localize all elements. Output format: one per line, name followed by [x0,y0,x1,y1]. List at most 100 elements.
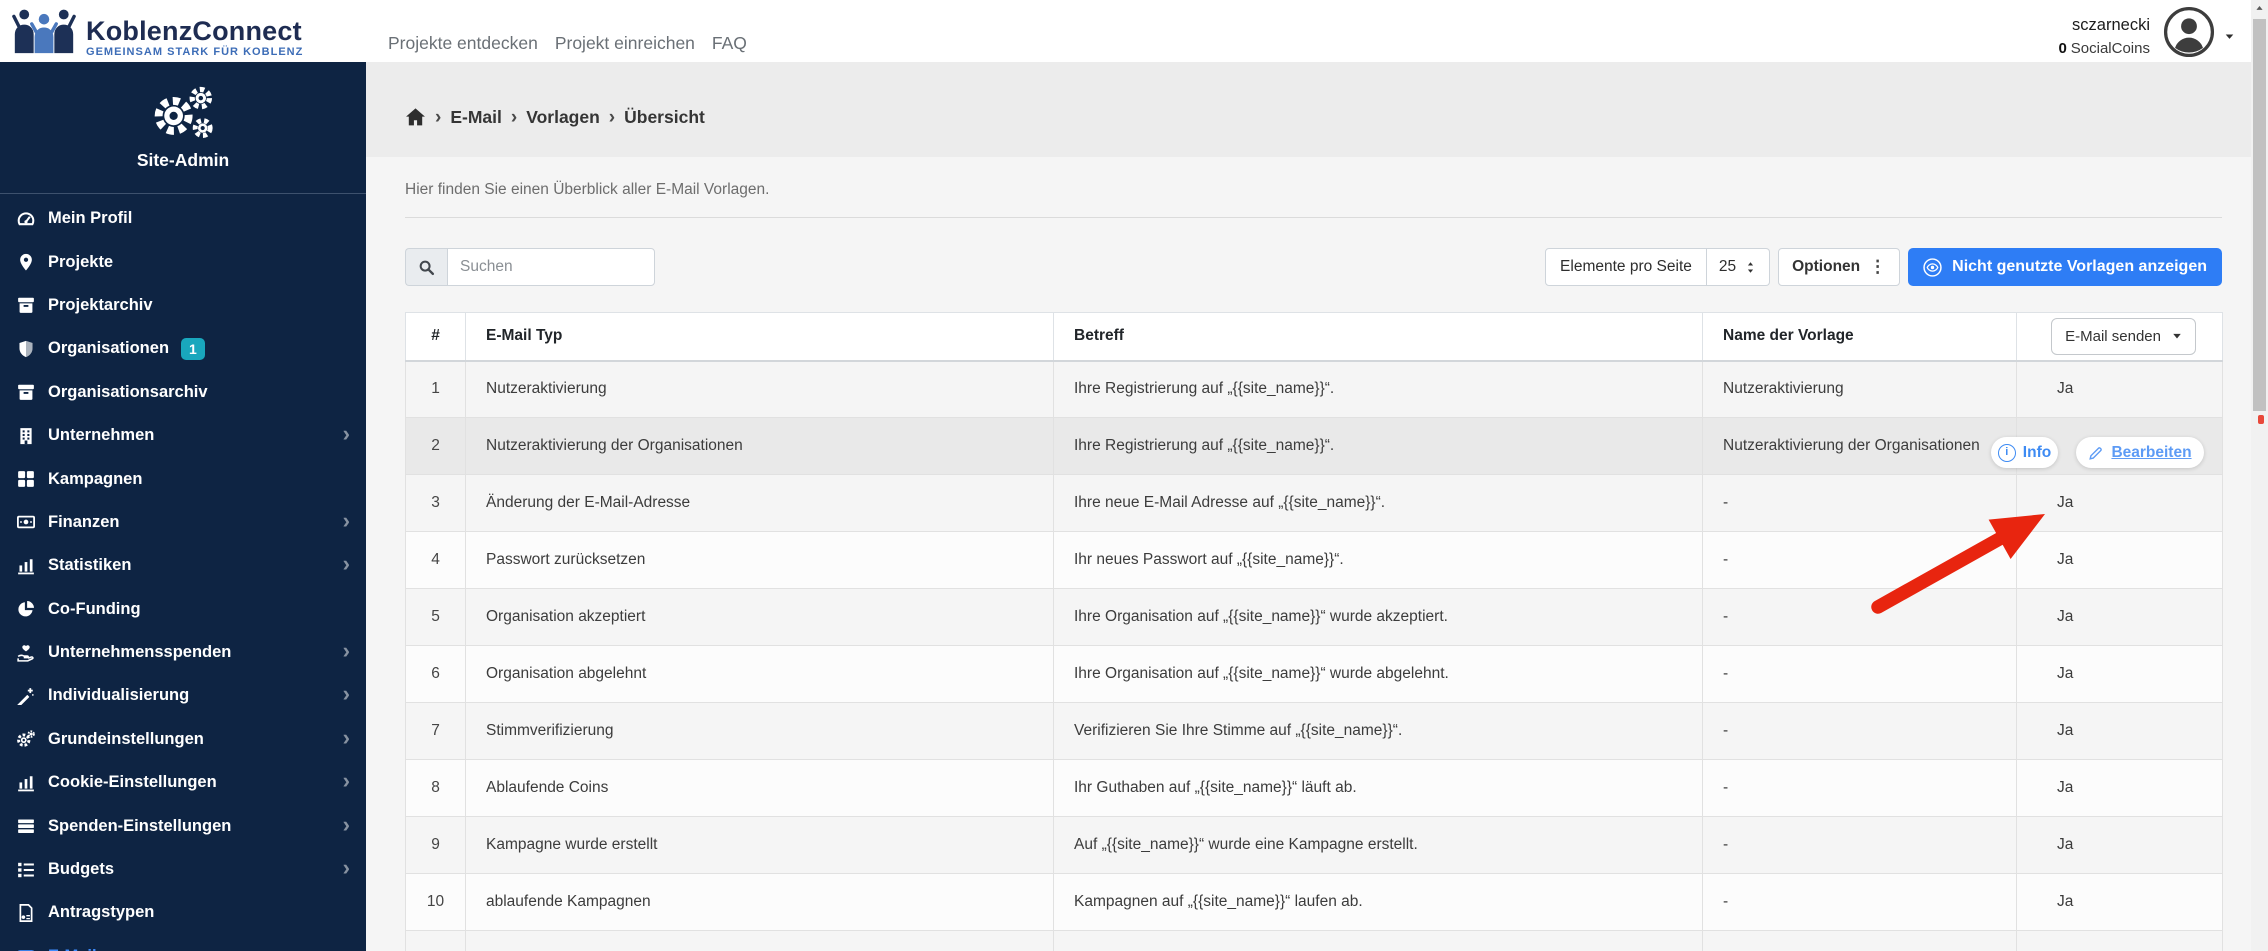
per-page-select[interactable]: 25 [1706,248,1771,286]
send-email-cell: Ja [2016,360,2223,418]
sidebar-item-unternehmen[interactable]: Unternehmen › [0,414,366,457]
sidebar-item-budgets[interactable]: Budgets › [0,848,366,891]
dots-vertical-icon: ⋮ [1869,257,1887,276]
breadcrumb-item-vorlagen[interactable]: Vorlagen [526,107,600,127]
table-row[interactable]: 2 Nutzeraktivierung der Organisationen Ihr… [405,417,2223,475]
col-email-type[interactable]: E-Mail Typ [465,312,1054,362]
envelope-icon [14,947,38,951]
scrollbar-up-arrow[interactable] [2251,0,2268,17]
sidebar-item-label: Organisationen [48,339,170,358]
table-row[interactable]: 4 Passwort zurücksetzen Ihr neues Passwort… [405,531,2223,589]
breadcrumb-item-übersicht: Übersicht [624,107,705,127]
sidebar-item-label: Co-Funding [48,599,141,618]
avatar[interactable] [2163,6,2215,58]
col-template-name[interactable]: Name der Vorlage [1702,312,2017,362]
edit-button[interactable]: Bearbeiten [2076,437,2204,468]
sidebar-item-label: E-Mail [48,947,97,951]
sidebar-item-organisationsarchiv[interactable]: Organisationsarchiv [0,371,366,414]
templates-table: # E-Mail Typ Betreff Name der Vorlage E-… [405,312,2223,951]
table-row[interactable]: 9 Kampagne wurde erstellt Auf „{{site_name… [405,816,2223,874]
template-name-cell: - [1702,645,2017,703]
sidebar-item-cookie-einstellungen[interactable]: Cookie-Einstellungen › [0,761,366,804]
user-info: sczarnecki 0 SocialCoins [2058,15,2150,57]
sidebar-item-mein-profil[interactable]: Mein Profil [0,197,366,240]
sidebar-item-label: Grundeinstellungen [48,729,204,748]
main-content: › E-Mail › Vorlagen › Übersicht Hier finden S… [366,62,2268,951]
chevron-right-icon: › [342,811,350,837]
subject-cell: Ihre Organisation auf „{{site_name}}“ wu… [1053,588,1703,646]
pencil-icon [2089,446,2103,460]
row-number: 1 [405,360,466,418]
tachometer-icon [14,210,38,228]
per-page-label: Elemente pro Seite [1545,248,1707,286]
row-number: 11 [405,930,466,951]
send-email-cell: Ja [2016,588,2223,646]
email-type-cell: ablaufende Kampagnen [465,873,1054,931]
table-row[interactable]: 11Organisation wurde registriertEine Org… [405,930,2223,951]
table-row[interactable]: 8 Ablaufende Coins Ihr Guthaben auf „{{sit… [405,759,2223,817]
table-row[interactable]: 1 Nutzeraktivierung Ihre Registrierung auf… [405,360,2223,418]
sidebar-item-label: Projektarchiv [48,295,153,314]
sidebar-item-label: Antragstypen [48,903,155,922]
sidebar-item-co-funding[interactable]: Co-Funding [0,588,366,631]
top-nav-link-1[interactable]: Projekte entdecken [388,33,538,54]
sidebar-item-statistiken[interactable]: Statistiken › [0,544,366,587]
search-icon [405,248,447,286]
row-number: 7 [405,702,466,760]
table-row[interactable]: 10 ablaufende Kampagnen Kampagnen auf „{{s… [405,873,2223,931]
sidebar-item-kampagnen[interactable]: Kampagnen [0,457,366,500]
col-subject[interactable]: Betreff [1053,312,1703,362]
caret-down-icon [2173,334,2181,339]
subject-cell: Ihre Registrierung auf „{{site_name}}“. [1053,417,1703,475]
col-number[interactable]: # [405,312,466,362]
sidebar-item-projektarchiv[interactable]: Projektarchiv [0,284,366,327]
table-row[interactable]: 6 Organisation abgelehnt Ihre Organisation… [405,645,2223,703]
template-name-cell: - [1702,702,2017,760]
send-email-cell [2016,930,2223,951]
top-nav-link-2[interactable]: Projekt einreichen [555,33,695,54]
email-type-cell: Organisation wurde registriert [465,930,1054,951]
table-row[interactable]: 5 Organisation akzeptiert Ihre Organisatio… [405,588,2223,646]
sidebar-item-unternehmensspenden[interactable]: Unternehmensspenden › [0,631,366,674]
chart-pie-icon [14,600,38,618]
scrollbar-thumb[interactable] [2253,19,2266,411]
sidebar-item-organisationen[interactable]: Organisationen 1 [0,327,366,370]
row-number: 6 [405,645,466,703]
sidebar-item-label: Unternehmensspenden [48,643,232,662]
sidebar-item-finanzen[interactable]: Finanzen › [0,501,366,544]
info-button[interactable]: i Info [1991,437,2058,468]
sidebar: Site-Admin Mein Profil Projekte Projektarc… [0,62,366,951]
table-row[interactable]: 3 Änderung der E-Mail-Adresse Ihre neue E-… [405,474,2223,532]
sidebar-item-grundeinstellungen[interactable]: Grundeinstellungen › [0,718,366,761]
email-type-cell: Änderung der E-Mail-Adresse [465,474,1054,532]
sidebar-item-antragstypen[interactable]: Antragstypen [0,891,366,934]
send-email-select[interactable]: E-Mail senden [2051,317,2196,355]
home-icon[interactable] [405,107,426,128]
breadcrumb-item-e-mail[interactable]: E-Mail [450,107,502,127]
sidebar-item-projekte[interactable]: Projekte [0,240,366,283]
table-header-row: # E-Mail Typ Betreff Name der Vorlage E-… [405,312,2223,362]
row-number: 9 [405,816,466,874]
eye-icon [1923,257,1942,277]
breadcrumb: › E-Mail › Vorlagen › Übersicht [366,62,2268,157]
logo[interactable]: KoblenzConnect GEMEINSAM STARK FÜR KOBLE… [12,7,303,58]
template-name-cell: - [1702,474,2017,532]
table-row[interactable]: 7 Stimmverifizierung Verifizieren Sie Ihre… [405,702,2223,760]
sidebar-item-e-mail[interactable]: E-Mail › [0,935,366,951]
subject-cell: Ihre Organisation auf „{{site_name}}“ wu… [1053,645,1703,703]
sidebar-item-label: Organisationsarchiv [48,382,208,401]
options-button[interactable]: Optionen ⋮ [1778,248,1901,286]
subject-cell: Verifizieren Sie Ihre Stimme auf „{{site… [1053,702,1703,760]
template-name-cell: - [1702,531,2017,589]
sidebar-item-spenden-einstellungen[interactable]: Spenden-Einstellungen › [0,804,366,847]
search-input[interactable] [447,248,655,286]
app: KoblenzConnect GEMEINSAM STARK FÜR KOBLE… [0,0,2268,951]
breadcrumb-separator: › [510,107,518,128]
sidebar-item-label: Kampagnen [48,469,143,488]
show-unused-templates-button[interactable]: Nicht genutzte Vorlagen anzeigen [1908,248,2222,286]
sidebar-item-individualisierung[interactable]: Individualisierung › [0,674,366,717]
top-nav-link-3[interactable]: FAQ [712,33,747,54]
email-type-cell: Kampagne wurde erstellt [465,816,1054,874]
archive-icon [14,383,38,401]
email-type-cell: Nutzeraktivierung [465,360,1054,418]
